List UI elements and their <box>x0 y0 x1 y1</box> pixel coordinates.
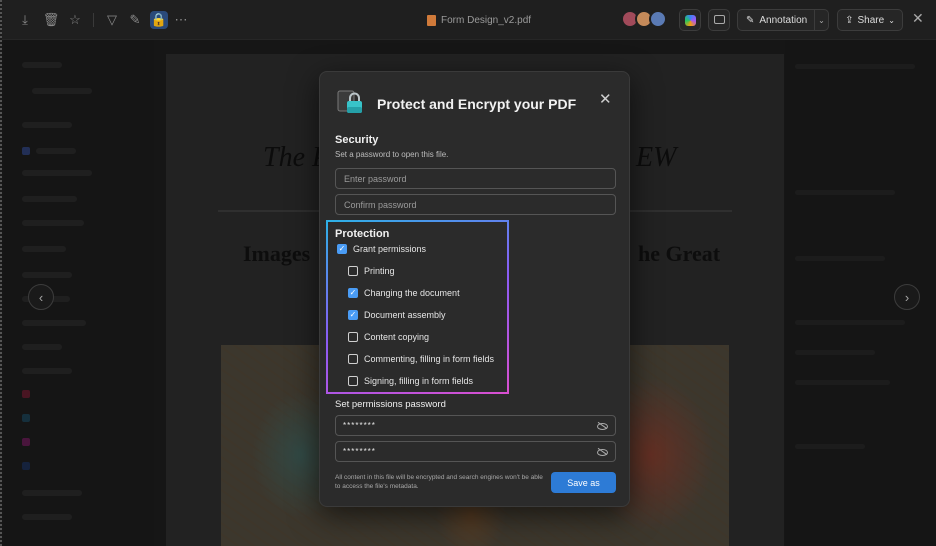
download-icon[interactable]: ⤓ <box>16 11 34 29</box>
pen-icon: ✎ <box>746 14 755 26</box>
annotation-label: Annotation <box>759 14 808 26</box>
share-icon: ⇪ <box>845 14 854 26</box>
protect-icon[interactable]: 🔒 <box>150 11 168 29</box>
pdf-file-icon <box>427 14 436 26</box>
encryption-note: All content in this file will be encrypt… <box>335 474 543 490</box>
close-icon[interactable]: ✕ <box>912 10 924 27</box>
close-icon[interactable]: ✕ <box>599 90 612 108</box>
password-value: ******** <box>343 447 376 456</box>
share-button[interactable]: ⇪ Share ⌄ <box>837 9 903 31</box>
lock-document-icon <box>337 90 362 113</box>
dialog-title: Protect and Encrypt your PDF <box>377 96 577 112</box>
file-name: Form Design_v2.pdf <box>441 14 532 26</box>
comments-button[interactable] <box>708 9 730 31</box>
collaborator-avatars[interactable] <box>621 10 667 28</box>
hide-password-icon[interactable] <box>596 447 608 457</box>
chevron-down-icon[interactable]: ⌄ <box>814 10 828 30</box>
top-toolbar: ⤓ 🗑 ☆ ▽ ✎ 🔒 ⋯ Form Design_v2.pdf ✎ Annot… <box>2 0 936 40</box>
protection-highlight-frame <box>326 220 509 394</box>
password-value: ******** <box>343 421 376 430</box>
share-label: Share <box>857 14 885 26</box>
draw-icon[interactable]: ✎ <box>126 11 144 29</box>
confirm-password-input[interactable] <box>335 194 616 215</box>
more-icon[interactable]: ⋯ <box>172 11 190 29</box>
permissions-password-confirm-input[interactable]: ******** <box>335 441 616 462</box>
avatar[interactable] <box>649 10 667 28</box>
annotation-button[interactable]: ✎ Annotation ⌄ <box>737 9 829 31</box>
comment-icon <box>714 15 725 24</box>
hide-password-icon[interactable] <box>596 421 608 431</box>
permissions-password-input[interactable]: ******** <box>335 415 616 436</box>
chevron-down-icon: ⌄ <box>888 15 895 25</box>
document-title: Form Design_v2.pdf <box>427 12 531 28</box>
star-icon[interactable]: ☆ <box>66 11 84 29</box>
copilot-icon <box>685 15 696 26</box>
save-as-button[interactable]: Save as <box>551 472 616 493</box>
security-subtitle: Set a password to open this file. <box>335 150 449 159</box>
pdf-viewer-app: ⤓ 🗑 ☆ ▽ ✎ 🔒 ⋯ Form Design_v2.pdf ✎ Annot… <box>0 0 936 546</box>
copilot-button[interactable] <box>679 9 701 31</box>
toolbar-divider <box>93 13 94 27</box>
permissions-password-heading: Set permissions password <box>335 399 446 410</box>
delete-icon[interactable]: 🗑 <box>42 11 60 29</box>
filter-icon[interactable]: ▽ <box>103 11 121 29</box>
security-heading: Security <box>335 134 379 146</box>
password-input[interactable] <box>335 168 616 189</box>
